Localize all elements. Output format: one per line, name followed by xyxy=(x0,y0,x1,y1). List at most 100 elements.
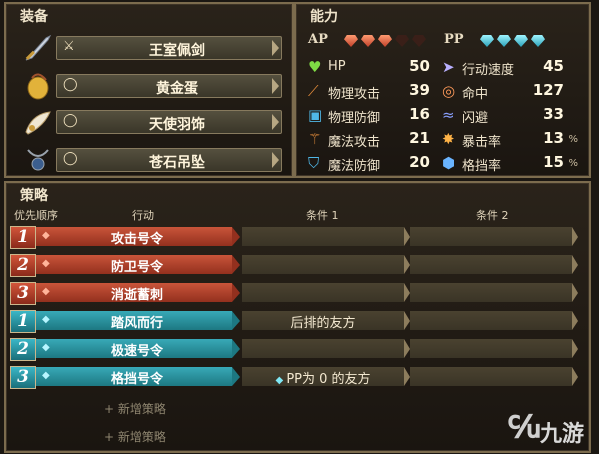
chevron-right-icon xyxy=(232,227,240,246)
stat-row: ▣ 物理防御 16 xyxy=(308,104,448,126)
condition-1-label: PP为 0 的友方 xyxy=(286,372,371,387)
ability-panel: 能力 AP PP ♥ HP 50 ⟋ 物理攻击 39 ▣ 物理防御 16 ⚚ 魔法攻击 21 ⛉ 魔法防御… xyxy=(294,2,591,178)
chevron-right-icon xyxy=(572,311,578,330)
condition-2-slot[interactable] xyxy=(410,311,578,330)
heart-icon: ♥ xyxy=(308,58,322,76)
condition-1-slot[interactable] xyxy=(242,339,410,358)
equipment-button[interactable]: ◯ 苍石吊坠 xyxy=(56,148,282,172)
chevron-right-icon xyxy=(572,367,578,386)
stat-label: 闪避 xyxy=(462,111,489,126)
add-strategy-button[interactable]: + 新增策略 xyxy=(104,400,166,417)
condition-1-text: ◆ PP为 0 的友方 xyxy=(242,368,404,387)
chevron-right-icon xyxy=(272,40,279,56)
stat-label: 魔法防御 xyxy=(328,159,381,174)
condition-1-slot[interactable] xyxy=(242,227,410,246)
condition-2-slot[interactable] xyxy=(410,255,578,274)
action-name: 踏风而行 xyxy=(110,316,163,331)
header-condition-2: 条件 2 xyxy=(476,209,509,222)
action-name: 消逝蓄刺 xyxy=(110,288,163,303)
equipment-slot[interactable]: ◯ 黄金蛋 xyxy=(12,68,282,102)
priority-number: 2 xyxy=(10,338,36,361)
stat-value: 33 xyxy=(543,105,564,123)
add-strategy-button[interactable]: + 新增策略 xyxy=(104,428,166,445)
condition-2-slot[interactable] xyxy=(410,367,578,386)
equipment-name: 苍石吊坠 xyxy=(149,155,205,171)
stat-label: 物理防御 xyxy=(328,111,381,126)
magic-shield-icon: ⛉ xyxy=(308,154,320,172)
priority-number: 3 xyxy=(10,366,36,389)
stat-value: 50 xyxy=(409,57,430,75)
condition-2-slot[interactable] xyxy=(410,283,578,302)
stat-value: 13 xyxy=(543,129,564,147)
condition-2-slot[interactable] xyxy=(410,339,578,358)
gem-icon: ◆ xyxy=(42,286,50,297)
strategy-row[interactable]: 1 ◆ 攻击号令 xyxy=(6,226,579,249)
critical-icon: ✸ xyxy=(442,130,455,148)
stat-row: ⚚ 魔法攻击 21 xyxy=(308,128,448,150)
stat-row: ≈ 闪避 33 xyxy=(442,104,582,126)
equipment-button[interactable]: ◯ 黄金蛋 xyxy=(56,74,282,98)
pp-gem-icon: ◆ xyxy=(275,375,287,386)
strategy-row[interactable]: 1 ◆ 踏风而行 后排的友方 xyxy=(6,310,579,333)
condition-2-slot[interactable] xyxy=(410,227,578,246)
action-button[interactable]: ◆ 防卫号令 xyxy=(36,255,240,275)
stat-percent: % xyxy=(568,134,578,145)
stat-label: 暴击率 xyxy=(462,135,502,150)
action-button[interactable]: ◆ 踏风而行 xyxy=(36,311,240,331)
gem-icon xyxy=(497,35,511,47)
equipment-slot[interactable]: ⚔ 王室佩剑 xyxy=(12,30,282,64)
action-button[interactable]: ◆ 极速号令 xyxy=(36,339,240,359)
condition-1-slot[interactable] xyxy=(242,255,410,274)
condition-1-slot[interactable] xyxy=(242,283,410,302)
strategy-row[interactable]: 2 ◆ 极速号令 xyxy=(6,338,579,361)
ability-title: 能力 xyxy=(310,9,338,25)
stat-row: ⬢ 格挡率 15% xyxy=(442,152,582,174)
action-button[interactable]: ◆ 攻击号令 xyxy=(36,227,240,247)
strategy-row[interactable]: 3 ◆ 消逝蓄刺 xyxy=(6,282,579,305)
stat-row: ➤ 行动速度 45 xyxy=(442,56,582,78)
stat-value: 21 xyxy=(409,129,430,147)
header-action: 行动 xyxy=(132,209,154,222)
sword-type-icon: ⚔ xyxy=(63,39,75,54)
gem-icon xyxy=(531,35,545,47)
condition-1-label: 后排的友方 xyxy=(290,316,356,331)
header-priority: 优先顺序 xyxy=(14,209,58,222)
priority-number: 3 xyxy=(10,282,36,305)
chevron-right-icon xyxy=(232,367,240,386)
chevron-right-icon xyxy=(232,339,240,358)
chevron-right-icon xyxy=(272,114,279,130)
equipment-button[interactable]: ⚔ 王室佩剑 xyxy=(56,36,282,60)
gem-icon xyxy=(480,35,494,47)
magic-wand-icon: ⚚ xyxy=(308,130,322,148)
stat-row: ◎ 命中 127 xyxy=(442,80,582,102)
gem-icon xyxy=(395,35,409,47)
condition-1-slot[interactable]: 后排的友方 xyxy=(242,311,410,331)
stat-row: ♥ HP 50 xyxy=(308,56,448,78)
equipment-name: 黄金蛋 xyxy=(156,81,198,97)
stat-label: 行动速度 xyxy=(462,63,515,78)
strategy-row[interactable]: 2 ◆ 防卫号令 xyxy=(6,254,579,277)
pp-label: PP xyxy=(444,32,464,47)
action-button[interactable]: ◆ 格挡号令 xyxy=(36,367,240,387)
chevron-right-icon xyxy=(572,255,578,274)
action-name: 防卫号令 xyxy=(110,260,163,275)
priority-number: 2 xyxy=(10,254,36,277)
condition-1-slot[interactable]: ◆ PP为 0 的友方 xyxy=(242,367,410,387)
chevron-right-icon xyxy=(572,227,578,246)
gem-icon xyxy=(361,35,375,47)
equipment-slot[interactable]: ◯ 苍石吊坠 xyxy=(12,142,282,176)
action-button[interactable]: ◆ 消逝蓄刺 xyxy=(36,283,240,303)
equipment-title: 装备 xyxy=(20,9,48,25)
gem-icon: ◆ xyxy=(42,370,50,381)
target-icon: ◎ xyxy=(442,82,456,100)
equipment-slot[interactable]: ◯ 天使羽饰 xyxy=(12,104,282,138)
watermark-glyph-icon: ℆ xyxy=(508,410,541,445)
priority-number: 1 xyxy=(10,310,36,333)
stat-value: 16 xyxy=(409,105,430,123)
equipment-button[interactable]: ◯ 天使羽饰 xyxy=(56,110,282,134)
stat-label: HP xyxy=(328,59,346,74)
strategy-row[interactable]: 3 ◆ 格挡号令 ◆ PP为 0 的友方 xyxy=(6,366,579,389)
chevron-right-icon xyxy=(272,78,279,94)
armor-icon: ▣ xyxy=(308,106,323,124)
action-name: 攻击号令 xyxy=(110,232,163,247)
